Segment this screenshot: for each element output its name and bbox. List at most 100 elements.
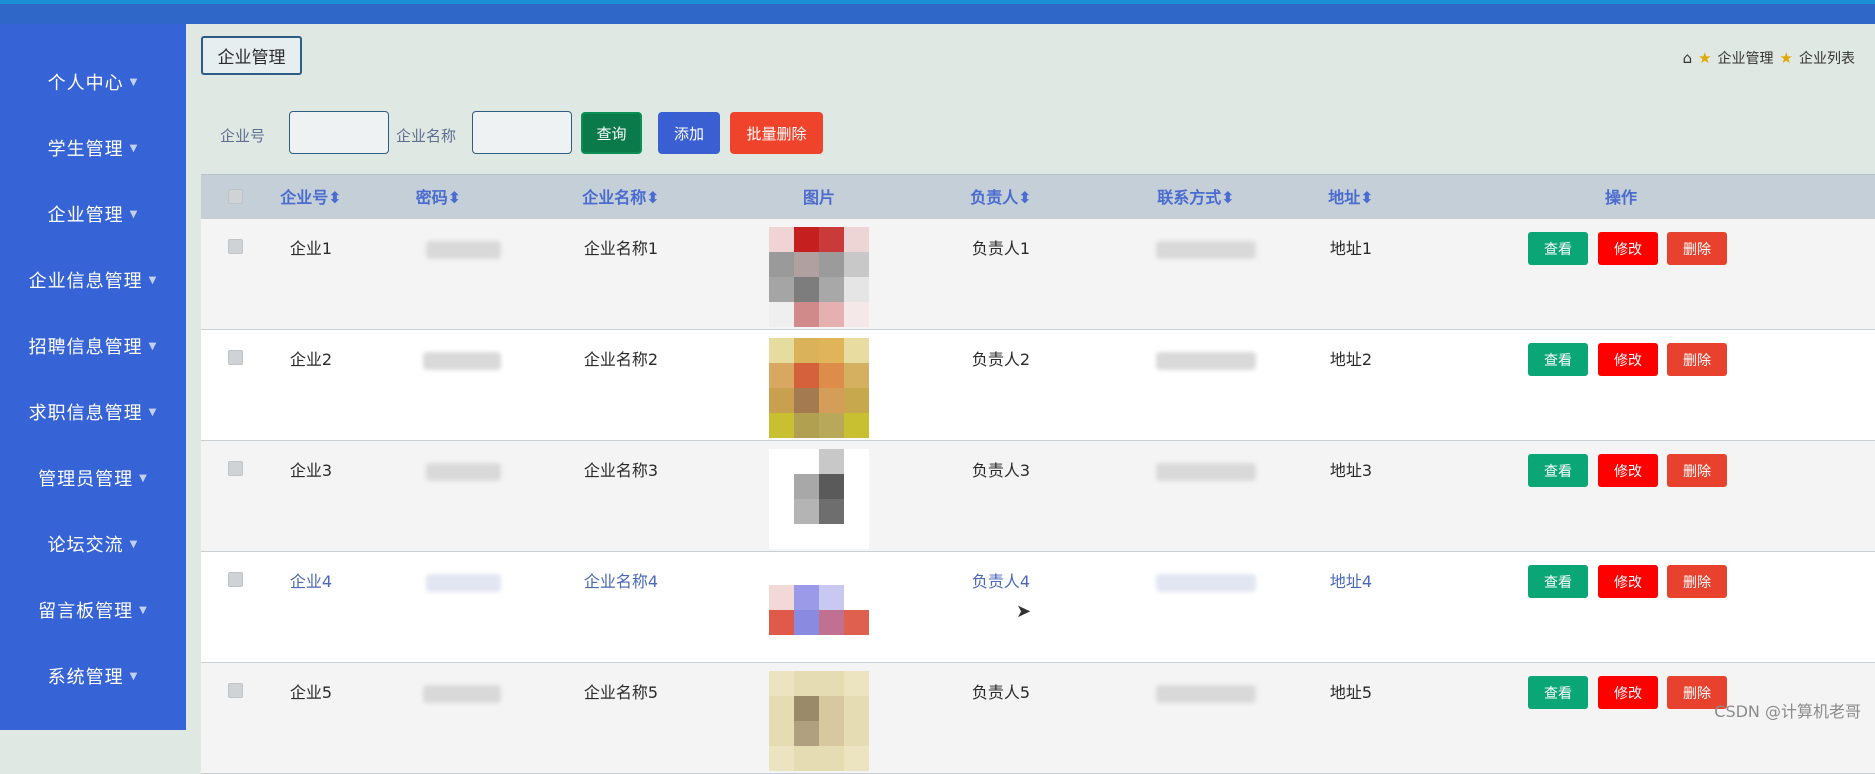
cell-manager: 负责人3 (971, 461, 1031, 480)
table-row: 企业4 企业名称4 负责人4 地址4 查看 修改 删除 (201, 552, 1875, 663)
sidebar-item-label: 求职信息管理 (28, 403, 143, 424)
cell-address: 地址3 (1329, 461, 1373, 480)
sidebar-item-personal-center[interactable]: 个人中心 ▼ (0, 49, 186, 115)
cell-manager: 负责人2 (971, 350, 1031, 369)
select-all-checkbox[interactable] (228, 189, 243, 204)
delete-button[interactable]: 删除 (1667, 232, 1727, 265)
company-image-thumbnail[interactable] (769, 671, 869, 771)
batch-delete-button[interactable]: 批量删除 (730, 112, 823, 154)
sidebar-item-forum[interactable]: 论坛交流 ▼ (0, 511, 186, 577)
cell-password-redacted (423, 352, 501, 370)
sidebar-item-company-info[interactable]: 企业信息管理 ▼ (0, 247, 186, 313)
cell-manager: 负责人4 (971, 572, 1031, 591)
query-button[interactable]: 查询 (581, 112, 642, 154)
chevron-down-icon: ▼ (148, 406, 158, 418)
column-header-address[interactable]: 地址⬍ (1311, 175, 1391, 220)
company-name-input[interactable] (472, 111, 572, 154)
sidebar-item-label: 企业信息管理 (28, 271, 143, 292)
sidebar-item-label: 论坛交流 (47, 535, 124, 556)
cell-address: 地址2 (1329, 350, 1373, 369)
view-button[interactable]: 查看 (1528, 676, 1588, 709)
column-header-company-name[interactable]: 企业名称⬍ (561, 175, 681, 220)
page-title-button[interactable]: 企业管理 (201, 36, 302, 75)
table-header: 企业号⬍ 密码⬍ 企业名称⬍ 图片 负责人⬍ 联系方式⬍ 地址⬍ 操作 (201, 174, 1875, 220)
search-bar: 企业号 企业名称 查询 添加 批量删除 (186, 111, 1186, 157)
chevron-down-icon: ▼ (139, 472, 148, 484)
edit-button[interactable]: 修改 (1598, 565, 1658, 598)
cell-address: 地址4 (1329, 572, 1373, 591)
cell-contact-redacted (1156, 685, 1256, 703)
sidebar: 个人中心 ▼ 学生管理 ▼ 企业管理 ▼ 企业信息管理 ▼ 招聘信息管理 ▼ 求职信息管理… (0, 24, 186, 730)
sidebar-item-admin[interactable]: 管理员管理 ▼ (0, 445, 186, 511)
chevron-down-icon: ▼ (129, 670, 139, 682)
company-image-thumbnail[interactable] (769, 338, 869, 438)
row-checkbox[interactable] (228, 461, 243, 476)
cell-password-redacted (423, 685, 501, 703)
sidebar-item-label: 管理员管理 (38, 469, 134, 490)
row-checkbox[interactable] (228, 239, 243, 254)
mouse-cursor-icon: ➤ (1016, 601, 1032, 622)
cell-company-name: 企业名称3 (583, 461, 659, 480)
view-button[interactable]: 查看 (1528, 343, 1588, 376)
view-button[interactable]: 查看 (1528, 454, 1588, 487)
edit-button[interactable]: 修改 (1598, 343, 1658, 376)
cell-contact-redacted (1156, 352, 1256, 370)
row-checkbox[interactable] (228, 572, 243, 587)
edit-button[interactable]: 修改 (1598, 454, 1658, 487)
sidebar-item-job-seeking[interactable]: 求职信息管理 ▼ (0, 379, 186, 445)
cell-password-redacted (426, 574, 501, 592)
cell-company-id: 企业4 (289, 572, 333, 591)
column-header-image: 图片 (802, 188, 835, 207)
add-button[interactable]: 添加 (658, 112, 720, 154)
company-id-input[interactable] (289, 111, 389, 154)
column-header-actions: 操作 (1604, 188, 1637, 207)
chevron-down-icon: ▼ (139, 604, 148, 616)
watermark: CSDN @计算机老哥 (1714, 702, 1861, 721)
top-bar (0, 0, 1875, 24)
chevron-down-icon: ▼ (129, 208, 139, 220)
delete-button[interactable]: 删除 (1667, 454, 1727, 487)
edit-button[interactable]: 修改 (1598, 232, 1658, 265)
sidebar-item-label: 招聘信息管理 (28, 337, 143, 358)
chevron-down-icon: ▼ (129, 538, 139, 550)
cell-company-name: 企业名称4 (583, 572, 659, 591)
sidebar-item-label: 留言板管理 (38, 601, 134, 622)
sidebar-item-student-management[interactable]: 学生管理 ▼ (0, 115, 186, 181)
company-image-thumbnail[interactable] (769, 449, 869, 549)
view-button[interactable]: 查看 (1528, 232, 1588, 265)
row-checkbox[interactable] (228, 683, 243, 698)
cell-contact-redacted (1156, 574, 1256, 592)
cell-company-name: 企业名称2 (583, 350, 659, 369)
sidebar-item-company-management[interactable]: 企业管理 ▼ (0, 181, 186, 247)
table-row: 企业5 企业名称5 负责人5 地址5 查看 修改 删除 (201, 663, 1875, 774)
cell-contact-redacted (1156, 463, 1256, 481)
cell-address: 地址5 (1329, 683, 1373, 702)
company-id-label: 企业号 (220, 127, 266, 145)
column-header-manager[interactable]: 负责人⬍ (951, 175, 1051, 220)
sidebar-item-system[interactable]: 系统管理 ▼ (0, 643, 186, 709)
company-name-label: 企业名称 (396, 127, 457, 145)
delete-button[interactable]: 删除 (1667, 565, 1727, 598)
column-header-contact[interactable]: 联系方式⬍ (1131, 175, 1261, 220)
column-header-password[interactable]: 密码⬍ (401, 175, 476, 220)
breadcrumb-item[interactable]: 企业管理 (1718, 48, 1774, 68)
cell-contact-redacted (1156, 241, 1256, 259)
table-row: 企业3 企业名称3 负责人3 地址3 查看 修改 删除 (201, 441, 1875, 552)
edit-button[interactable]: 修改 (1598, 676, 1658, 709)
cell-company-id: 企业3 (289, 461, 333, 480)
view-button[interactable]: 查看 (1528, 565, 1588, 598)
row-checkbox[interactable] (228, 350, 243, 365)
home-icon[interactable]: ⌂ (1683, 49, 1693, 67)
cell-company-id: 企业5 (289, 683, 333, 702)
company-image-thumbnail[interactable] (769, 560, 869, 660)
sidebar-item-recruitment[interactable]: 招聘信息管理 ▼ (0, 313, 186, 379)
column-header-company-id[interactable]: 企业号⬍ (261, 175, 361, 220)
cell-manager: 负责人5 (971, 683, 1031, 702)
breadcrumb-item: 企业列表 (1799, 51, 1855, 67)
chevron-down-icon: ▼ (148, 274, 158, 286)
sidebar-item-message-board[interactable]: 留言板管理 ▼ (0, 577, 186, 643)
company-image-thumbnail[interactable] (769, 227, 869, 327)
delete-button[interactable]: 删除 (1667, 343, 1727, 376)
cell-password-redacted (426, 463, 501, 481)
sidebar-item-label: 系统管理 (47, 667, 124, 688)
